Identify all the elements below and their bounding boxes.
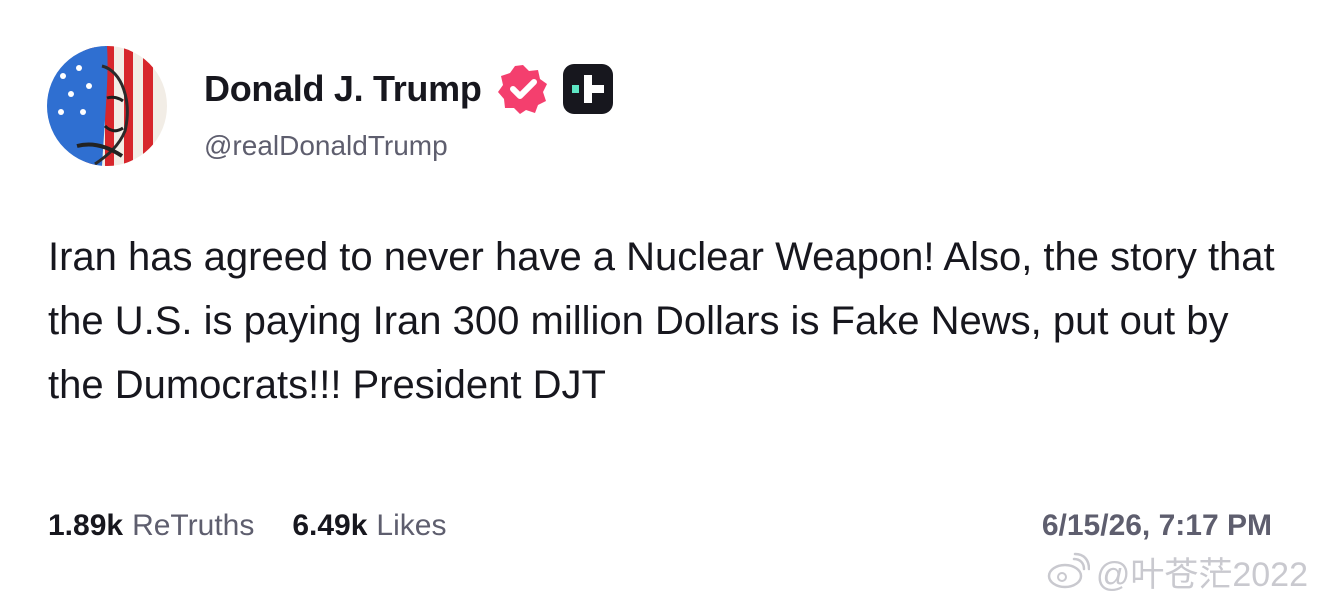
display-name[interactable]: Donald J. Trump	[204, 68, 482, 110]
likes-stat[interactable]: 6.49k Likes	[292, 509, 446, 543]
likes-label: Likes	[376, 509, 447, 542]
weibo-logo-icon	[1046, 551, 1091, 591]
watermark-text: @叶苍茫2022	[1095, 555, 1308, 594]
name-row: Donald J. Trump	[204, 64, 614, 114]
user-handle[interactable]: @realDonaldTrump	[204, 130, 448, 162]
post-card: Donald J. Trump @realDonaldTrump Iran ha…	[0, 0, 1320, 601]
likes-count: 6.49k	[292, 509, 368, 542]
avatar-image	[47, 46, 167, 166]
post-text: Iran has agreed to never have a Nuclear …	[48, 235, 1275, 407]
post-timestamp[interactable]: 6/15/26, 7:17 PM	[1042, 506, 1272, 546]
watermark: @叶苍茫2022	[1046, 548, 1308, 594]
plus-badge-icon	[562, 63, 614, 115]
verified-badge-icon	[496, 62, 550, 116]
retruths-stat[interactable]: 1.89k ReTruths	[48, 509, 254, 543]
avatar[interactable]	[47, 46, 167, 166]
post-stats: 1.89k ReTruths 6.49k Likes	[48, 506, 446, 546]
retruths-label: ReTruths	[132, 509, 255, 542]
retruths-count: 1.89k	[48, 509, 124, 542]
